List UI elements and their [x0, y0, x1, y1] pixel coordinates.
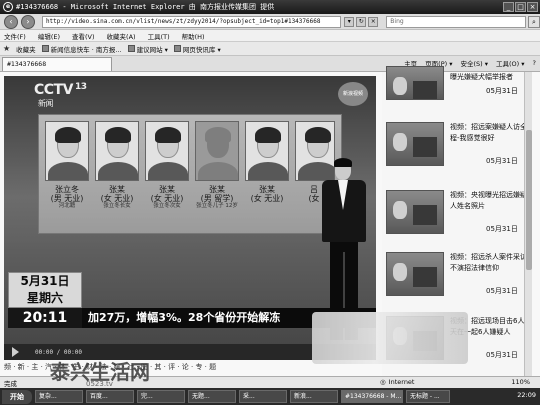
suspect-photo — [145, 121, 189, 181]
minimize-button[interactable]: _ — [503, 2, 514, 12]
suspect-photo-blurred — [195, 121, 239, 181]
page-icon — [41, 45, 49, 52]
video-thumbnail[interactable] — [386, 252, 444, 296]
video-title[interactable]: 视频：招远杀人案件采访-不演招法律信仰 — [450, 252, 532, 274]
blurred-region — [312, 312, 468, 364]
refresh-icon[interactable]: ↻ — [356, 16, 367, 27]
cctv-logo: CCTV 13 新闻 — [34, 82, 87, 108]
menu-edit[interactable]: 编辑(E) — [38, 31, 60, 41]
menu-file[interactable]: 文件(F) — [4, 31, 26, 41]
taskbar-item[interactable]: 无题... — [188, 390, 236, 403]
menu-bar: 文件(F) 编辑(E) 查看(V) 收藏夹(A) 工具(T) 帮助(H) — [0, 30, 540, 42]
taskbar-item[interactable]: 无标题 - ... — [406, 390, 450, 403]
url-tools: ▾ ↻ × — [344, 16, 379, 27]
video-list-item[interactable]: 视频：央视曝光招远嫌疑人姓名照片 05月31日 — [386, 184, 532, 246]
video-thumbnail[interactable] — [386, 190, 444, 234]
page-icon — [127, 45, 135, 52]
broadcast-time: 20:11 — [8, 308, 82, 328]
favorite-item[interactable]: 新闻信息快车 · 南方报... — [41, 44, 122, 54]
site-watermark: 泰兴生活网 0523.tv — [6, 356, 166, 396]
menu-favorites[interactable]: 收藏夹(A) — [107, 31, 136, 41]
suspect-photo — [45, 121, 89, 181]
globe-icon: ◎ — [380, 378, 386, 386]
security-zone: ◎ Internet — [380, 378, 415, 386]
taskbar-item[interactable]: 采... — [239, 390, 287, 403]
window-controls: _ □ × — [503, 2, 538, 12]
suspect-photo — [95, 121, 139, 181]
menu-help[interactable]: 帮助(H) — [182, 31, 205, 41]
suspect-label: 张某 (男 留学) 张立冬儿子 12岁 — [196, 185, 238, 209]
video-date: 05月31日 — [486, 225, 518, 233]
menu-tools[interactable]: 工具(T) — [148, 31, 170, 41]
maximize-button[interactable]: □ — [515, 2, 526, 12]
stop-icon[interactable]: × — [368, 16, 379, 27]
video-title[interactable]: 视频：招远案嫌疑人访全程-我感觉很好 — [450, 122, 532, 144]
menu-view[interactable]: 查看(V) — [72, 31, 95, 41]
video-date: 05月31日 — [486, 351, 518, 359]
search-icon[interactable]: ⌕ — [528, 15, 540, 28]
tools-menu-button[interactable]: 工具(O) ▾ — [496, 58, 525, 68]
taskbar-item[interactable]: 新浪... — [290, 390, 338, 403]
suspect-photo — [245, 121, 289, 181]
video-title[interactable]: 视频：央视曝光招远嫌疑人姓名照片 — [450, 190, 532, 212]
system-clock: 22:09 — [517, 391, 536, 399]
window-title: #134376668 - Microsoft Internet Explorer… — [16, 3, 275, 11]
page-icon — [173, 45, 181, 52]
suspect-display-wall: 张立冬 (男 无业) 河北籍 张某 (女 无业) 张立冬长女 张某 (女 无业) 张立冬次女… — [38, 114, 342, 234]
video-thumbnail[interactable] — [386, 66, 444, 100]
sidebar-scrollbar[interactable] — [524, 72, 532, 376]
favorites-label[interactable]: 收藏夹 — [16, 44, 36, 54]
video-date: 05月31日 — [486, 287, 518, 295]
taskbar-item-active[interactable]: #134376668 - M... — [341, 390, 403, 403]
broadcast-date: 5月31日 星期六 — [8, 272, 82, 308]
address-bar: ‹ › http://video.sina.com.cn/vlist/news/… — [0, 14, 540, 30]
ie-logo-icon: e — [3, 2, 13, 12]
close-button[interactable]: × — [527, 2, 538, 12]
favorites-star-icon[interactable]: ★ — [3, 44, 10, 53]
video-date: 05月31日 — [486, 87, 518, 95]
video-list-item[interactable]: 视频：招远案嫌疑人访全程-我感觉很好 05月31日 — [386, 116, 532, 178]
title-bar: e #134376668 - Microsoft Internet Explor… — [0, 0, 540, 14]
video-thumbnail[interactable] — [386, 122, 444, 166]
video-frame: CCTV 13 新闻 新浪视频 张立冬 (男 无业) 河北籍 张某 (女 无业) 张立冬长… — [4, 76, 376, 344]
dropdown-icon[interactable]: ▾ — [344, 16, 355, 27]
url-field[interactable]: http://video.sina.com.cn/vlist/news/zt/z… — [41, 15, 342, 28]
video-list-item[interactable]: 视频：招远杀人案件采访-不演招法律信仰 05月31日 — [386, 246, 532, 308]
help-button[interactable]: ? — [533, 59, 536, 67]
scrollbar-thumb[interactable] — [526, 130, 532, 270]
page-content: CCTV 13 新闻 新浪视频 张立冬 (男 无业) 河北籍 张某 (女 无业) 张立冬长… — [0, 66, 540, 376]
tab-current[interactable]: #134376668 — [2, 56, 112, 71]
suspect-label: 张某 (女 无业) — [250, 185, 284, 203]
safety-menu-button[interactable]: 安全(S) ▾ — [460, 58, 488, 68]
forward-button[interactable]: › — [20, 14, 35, 29]
video-date: 05月31日 — [486, 157, 518, 165]
suspect-label: 张某 (女 无业) 张立冬长女 — [100, 185, 134, 209]
sina-video-logo: 新浪视频 — [338, 82, 368, 106]
zoom-level[interactable]: 110% — [511, 378, 530, 386]
suspect-label: 张某 (女 无业) 张立冬次女 — [150, 185, 184, 209]
search-input[interactable]: Bing — [386, 15, 526, 28]
back-button[interactable]: ‹ — [4, 14, 18, 29]
timecode: 00:00 / 00:00 — [35, 348, 82, 356]
suspect-label: 张立冬 (男 无业) 河北籍 — [50, 185, 84, 209]
watermark-url: 0523.tv — [86, 380, 113, 388]
favorites-bar: ★ 收藏夹 新闻信息快车 · 南方报... 建议网站 ▾ 网页快讯库 ▾ — [0, 42, 540, 56]
favorite-item[interactable]: 网页快讯库 ▾ — [173, 44, 221, 54]
favorite-item[interactable]: 建议网站 ▾ — [127, 44, 168, 54]
